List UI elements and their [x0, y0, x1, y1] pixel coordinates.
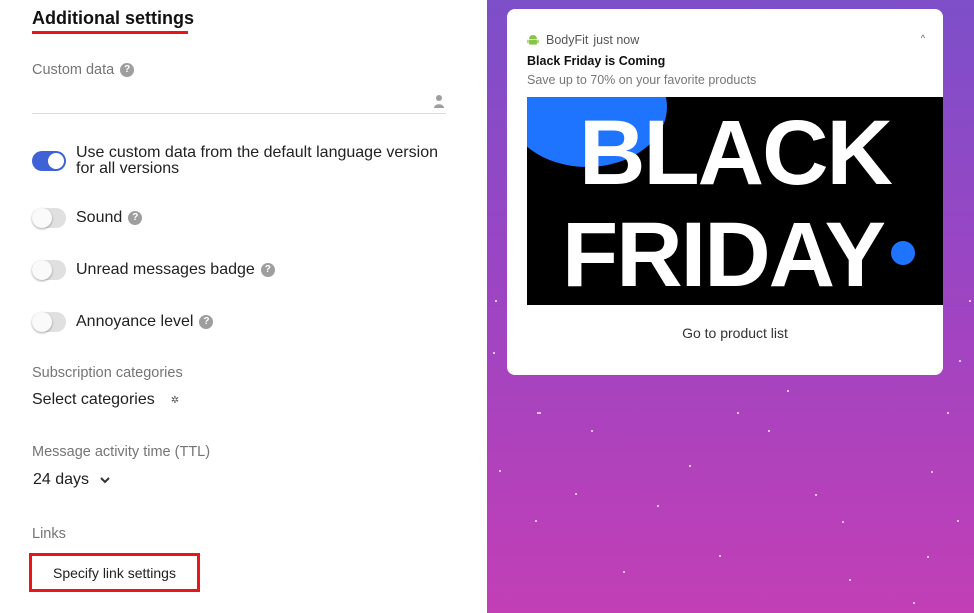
app-name: BodyFit [546, 33, 589, 47]
help-icon[interactable]: ? [260, 263, 275, 277]
help-icon[interactable]: ? [199, 315, 214, 329]
custom-data-input[interactable] [32, 113, 446, 114]
annoyance-toggle[interactable] [32, 312, 66, 332]
android-icon [527, 35, 539, 45]
sound-toggle-row: Sound ? [32, 208, 143, 228]
gear-icon[interactable]: ✲ [171, 395, 179, 406]
default-language-label: Use custom data from the default languag… [76, 145, 438, 177]
annoyance-toggle-row: Annoyance level ? [32, 312, 214, 332]
badge-label: Unread messages badge [76, 261, 255, 278]
notification-time: just now [593, 33, 640, 47]
settings-panel: Additional settings Custom data? Use cus… [0, 0, 487, 613]
subscription-select[interactable]: Select categories ✲ [32, 391, 179, 409]
subscription-value: Select categories [32, 391, 155, 408]
subscription-label: Subscription categories [32, 365, 183, 381]
default-language-toggle[interactable] [32, 151, 66, 171]
banner-text-line2: FRIDAY [562, 204, 886, 305]
links-label: Links [32, 526, 66, 542]
badge-toggle-row: Unread messages badge ? [32, 260, 275, 280]
notification-card[interactable]: BodyFit just now ^ Black Friday is Comin… [507, 9, 943, 375]
collapse-icon[interactable]: ^ [921, 33, 925, 43]
notification-body: Save up to 70% on your favorite products [527, 73, 757, 87]
default-language-label-line2: for all versions [76, 160, 180, 177]
notification-title: Black Friday is Coming [527, 54, 666, 68]
notification-header: BodyFit just now [527, 33, 639, 47]
annoyance-label: Annoyance level [76, 313, 194, 330]
ttl-select[interactable]: 24 days [33, 471, 111, 489]
chevron-down-icon[interactable] [99, 474, 111, 486]
title-highlight [32, 31, 188, 34]
go-to-product-list-action[interactable]: Go to product list [507, 325, 963, 341]
sound-label: Sound [76, 209, 123, 226]
preview-panel: BodyFit just now ^ Black Friday is Comin… [487, 0, 974, 613]
banner-text-line1: BLACK [579, 102, 893, 204]
specify-link-settings-button[interactable]: Specify link settings [29, 553, 200, 592]
sound-toggle[interactable] [32, 208, 66, 228]
ttl-label: Message activity time (TTL) [32, 444, 211, 460]
custom-data-label-text: Custom data [32, 62, 115, 78]
person-icon[interactable] [434, 94, 444, 108]
notification-banner-image: BLACK FRIDAY [527, 97, 943, 305]
badge-toggle[interactable] [32, 260, 66, 280]
help-icon[interactable]: ? [120, 63, 135, 78]
default-language-label-line1: Use custom data from the default languag… [76, 144, 438, 161]
default-language-toggle-row: Use custom data from the default languag… [32, 145, 438, 177]
ttl-value: 24 days [33, 471, 90, 488]
custom-data-label: Custom data? [32, 62, 135, 78]
help-icon[interactable]: ? [128, 211, 143, 225]
section-title: Additional settings [32, 8, 194, 28]
